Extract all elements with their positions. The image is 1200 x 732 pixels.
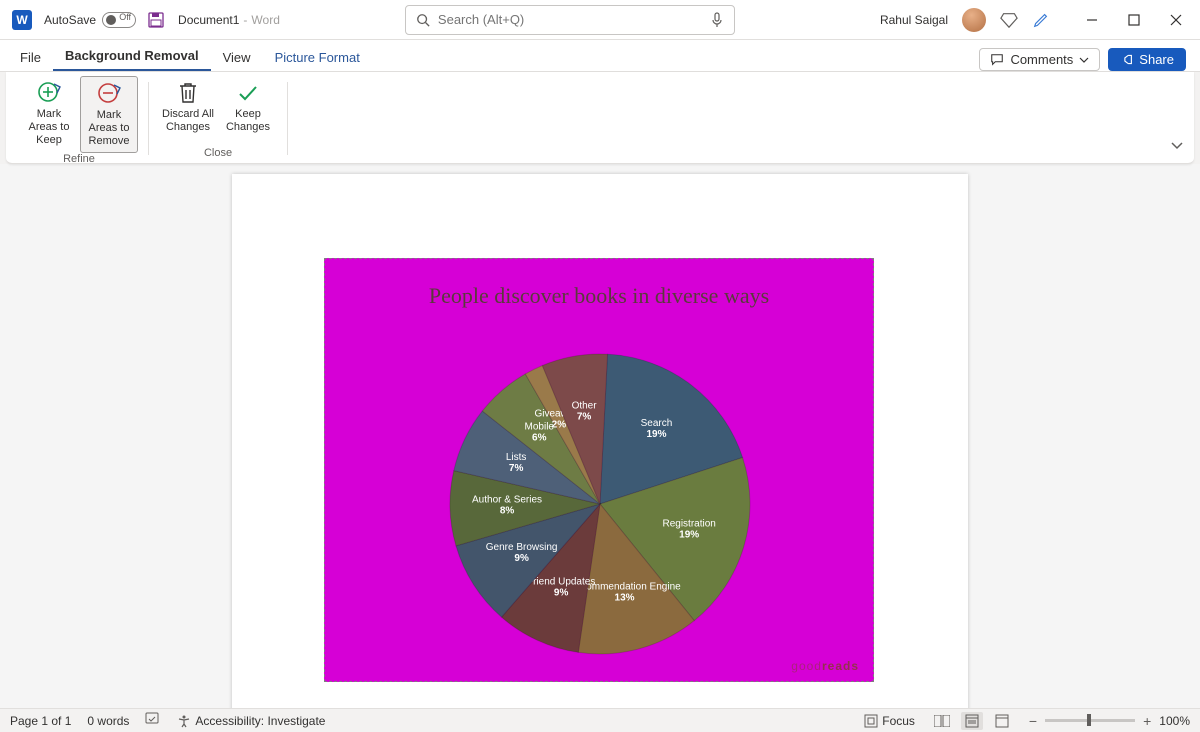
save-icon[interactable] bbox=[148, 12, 164, 28]
watermark-b: reads bbox=[822, 659, 859, 673]
comments-button[interactable]: Comments bbox=[979, 48, 1100, 71]
focus-mode-button[interactable]: Focus bbox=[864, 714, 915, 728]
document-canvas[interactable]: People discover books in diverse ways Se… bbox=[0, 164, 1200, 708]
mark-remove-icon bbox=[96, 81, 122, 107]
discard-all-changes-button[interactable]: Discard All Changes bbox=[159, 76, 217, 138]
pie-chart: Search19%Registration19%Recommendation E… bbox=[445, 349, 755, 659]
separator bbox=[287, 82, 288, 155]
watermark-a: good bbox=[791, 659, 822, 673]
tab-bar: File Background Removal View Picture For… bbox=[0, 40, 1200, 72]
chevron-down-icon bbox=[1079, 55, 1089, 65]
tab-background-removal[interactable]: Background Removal bbox=[53, 42, 211, 71]
user-name: Rahul Saigal bbox=[880, 13, 948, 27]
mic-icon[interactable] bbox=[710, 11, 724, 29]
focus-label: Focus bbox=[882, 714, 915, 728]
discard-label: Discard All Changes bbox=[161, 108, 215, 134]
tab-view[interactable]: View bbox=[211, 44, 263, 71]
autosave-state: Off bbox=[119, 12, 131, 22]
word-app-icon: W bbox=[12, 10, 32, 30]
print-layout-button[interactable] bbox=[961, 712, 983, 730]
zoom-thumb[interactable] bbox=[1087, 714, 1091, 726]
image-title: People discover books in diverse ways bbox=[325, 259, 873, 309]
keep-label: Keep Changes bbox=[221, 108, 275, 134]
share-button[interactable]: Share bbox=[1108, 48, 1186, 71]
ribbon-group-close: Discard All Changes Keep Changes Close bbox=[153, 76, 283, 161]
doc-name: Document1 bbox=[178, 13, 239, 27]
zoom-percent[interactable]: 100% bbox=[1159, 714, 1190, 728]
group-label-refine: Refine bbox=[63, 153, 95, 167]
collapse-ribbon-button[interactable] bbox=[1170, 138, 1184, 157]
read-mode-button[interactable] bbox=[931, 712, 953, 730]
mark-areas-to-remove-button[interactable]: Mark Areas to Remove bbox=[80, 76, 138, 153]
zoom-in-button[interactable]: + bbox=[1143, 713, 1151, 729]
diamond-icon[interactable] bbox=[1000, 11, 1018, 29]
search-icon bbox=[416, 13, 430, 27]
mark-keep-label: Mark Areas to Keep bbox=[22, 108, 76, 147]
group-label-close: Close bbox=[204, 147, 232, 161]
app-name: Word bbox=[251, 13, 279, 27]
mark-remove-label: Mark Areas to Remove bbox=[83, 109, 135, 148]
title-bar: W AutoSave Off Document1-Word Rahul Saig… bbox=[0, 0, 1200, 40]
slice-label: Lists7% bbox=[506, 452, 527, 474]
status-bar: Page 1 of 1 0 words Accessibility: Inves… bbox=[0, 708, 1200, 732]
ribbon: Mark Areas to Keep Mark Areas to Remove … bbox=[6, 72, 1194, 164]
status-spellcheck-icon[interactable] bbox=[145, 712, 161, 729]
zoom-out-button[interactable]: − bbox=[1029, 713, 1037, 729]
document-title: Document1-Word bbox=[178, 13, 280, 27]
status-page[interactable]: Page 1 of 1 bbox=[10, 714, 71, 728]
zoom-slider[interactable] bbox=[1045, 719, 1135, 722]
web-layout-button[interactable] bbox=[991, 712, 1013, 730]
trash-icon bbox=[177, 81, 199, 105]
focus-icon bbox=[864, 714, 878, 728]
search-box[interactable] bbox=[405, 5, 735, 35]
status-words[interactable]: 0 words bbox=[87, 714, 129, 728]
share-icon bbox=[1120, 53, 1133, 66]
autosave-label: AutoSave bbox=[44, 13, 96, 27]
keep-changes-button[interactable]: Keep Changes bbox=[219, 76, 277, 138]
page: People discover books in diverse ways Se… bbox=[232, 174, 968, 708]
mark-areas-to-keep-button[interactable]: Mark Areas to Keep bbox=[20, 76, 78, 153]
accessibility-label: Accessibility: Investigate bbox=[195, 714, 325, 728]
tab-file[interactable]: File bbox=[8, 44, 53, 71]
comments-label: Comments bbox=[1010, 52, 1073, 67]
close-button[interactable] bbox=[1156, 5, 1196, 35]
status-accessibility[interactable]: Accessibility: Investigate bbox=[177, 714, 325, 728]
mark-keep-icon bbox=[36, 80, 62, 106]
ribbon-group-refine: Mark Areas to Keep Mark Areas to Remove … bbox=[14, 76, 144, 161]
separator bbox=[148, 82, 149, 155]
share-label: Share bbox=[1139, 52, 1174, 67]
maximize-button[interactable] bbox=[1114, 5, 1154, 35]
tab-picture-format[interactable]: Picture Format bbox=[263, 44, 372, 71]
selected-image[interactable]: People discover books in diverse ways Se… bbox=[324, 258, 874, 682]
zoom-control: − + 100% bbox=[1029, 713, 1190, 729]
watermark: goodreads bbox=[791, 659, 859, 673]
minimize-button[interactable] bbox=[1072, 5, 1112, 35]
pen-icon[interactable] bbox=[1032, 11, 1050, 29]
search-input[interactable] bbox=[438, 12, 702, 27]
comment-icon bbox=[990, 53, 1004, 67]
toggle-knob bbox=[106, 15, 116, 25]
avatar[interactable] bbox=[962, 8, 986, 32]
accessibility-icon bbox=[177, 714, 191, 728]
autosave-toggle[interactable]: Off bbox=[102, 12, 136, 28]
check-icon bbox=[236, 81, 260, 105]
chevron-down-icon bbox=[1170, 138, 1184, 152]
